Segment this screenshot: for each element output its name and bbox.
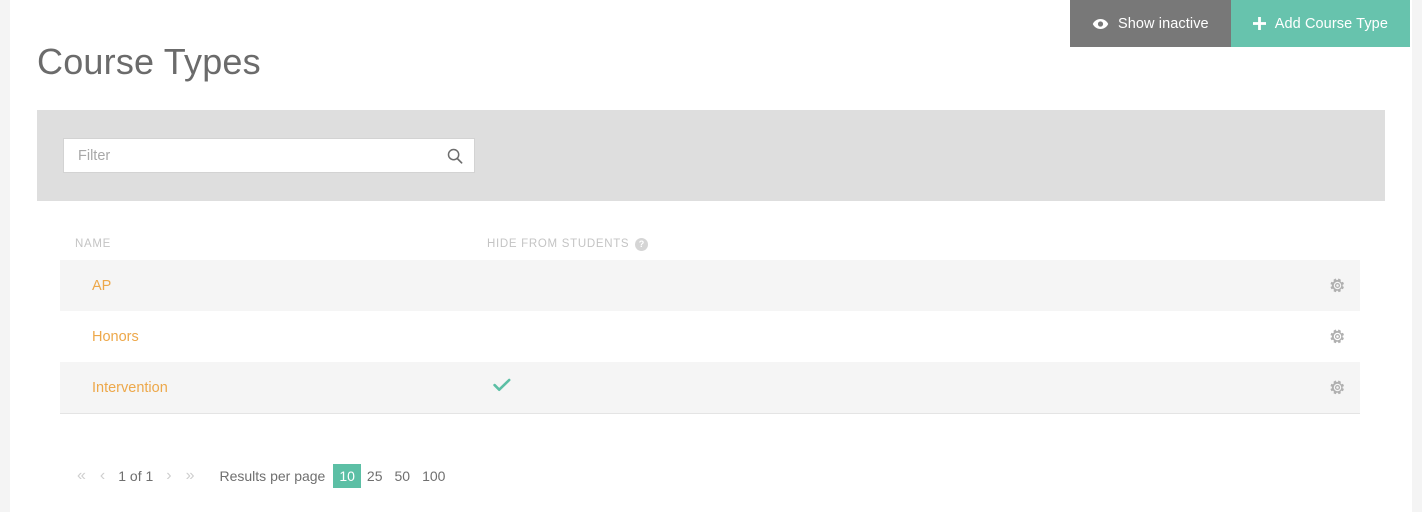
results-per-page-label: Results per page xyxy=(219,468,326,484)
course-types-page: Show inactive Add Course Type Course Typ… xyxy=(0,0,1422,512)
filter-input[interactable] xyxy=(64,139,436,172)
course-type-link[interactable]: Honors xyxy=(75,329,139,345)
page-title: Course Types xyxy=(37,41,261,82)
column-header-hide-from-students: Hide from students ? xyxy=(487,237,887,251)
results-per-page-25[interactable]: 25 xyxy=(361,464,389,488)
help-icon[interactable]: ? xyxy=(635,237,649,251)
show-inactive-button[interactable]: Show inactive xyxy=(1069,0,1231,47)
gear-icon[interactable] xyxy=(1330,380,1345,395)
results-per-page-10[interactable]: 10 xyxy=(333,464,361,488)
show-inactive-label: Show inactive xyxy=(1117,15,1209,32)
add-course-type-label: Add Course Type xyxy=(1274,15,1388,32)
course-types-table: Name Hide from students ? AP xyxy=(60,228,1360,414)
row-actions-cell xyxy=(887,278,1360,293)
check-icon xyxy=(493,378,511,392)
filter-field[interactable] xyxy=(63,138,475,173)
course-type-link[interactable]: Intervention xyxy=(75,380,168,396)
table-header-row: Name Hide from students ? xyxy=(60,228,1360,260)
pagination: « ‹ 1 of 1 › » Results per page 10 25 50… xyxy=(70,463,451,489)
next-page-button[interactable]: › xyxy=(159,463,178,489)
table-row[interactable]: Honors xyxy=(60,311,1360,362)
eye-icon xyxy=(1092,18,1109,30)
row-actions-cell xyxy=(887,380,1360,395)
row-actions-cell xyxy=(887,329,1360,344)
table-row[interactable]: Intervention xyxy=(60,362,1360,413)
column-header-name-label: Name xyxy=(75,238,112,250)
row-name-cell: Intervention xyxy=(75,379,487,397)
add-course-type-button[interactable]: Add Course Type xyxy=(1230,0,1410,47)
column-header-name: Name xyxy=(75,238,487,250)
last-page-button[interactable]: » xyxy=(179,463,202,489)
row-hide-cell xyxy=(487,378,887,397)
gear-icon[interactable] xyxy=(1330,278,1345,293)
results-per-page-100[interactable]: 100 xyxy=(416,464,451,488)
filter-panel xyxy=(37,110,1385,201)
column-header-hide-label: Hide from students xyxy=(487,238,630,250)
previous-page-button[interactable]: ‹ xyxy=(93,463,112,489)
results-per-page-50[interactable]: 50 xyxy=(389,464,417,488)
row-name-cell: Honors xyxy=(75,328,487,346)
table-bottom-divider xyxy=(60,413,1360,414)
first-page-button[interactable]: « xyxy=(70,463,93,489)
search-icon xyxy=(447,148,463,164)
page-indicator: 1 of 1 xyxy=(118,468,154,484)
search-button[interactable] xyxy=(436,139,474,172)
row-name-cell: AP xyxy=(75,277,487,295)
gear-icon[interactable] xyxy=(1330,329,1345,344)
plus-icon xyxy=(1252,17,1266,30)
course-type-link[interactable]: AP xyxy=(75,278,111,294)
table-row[interactable]: AP xyxy=(60,260,1360,311)
page-action-buttons: Show inactive Add Course Type xyxy=(1069,0,1410,47)
